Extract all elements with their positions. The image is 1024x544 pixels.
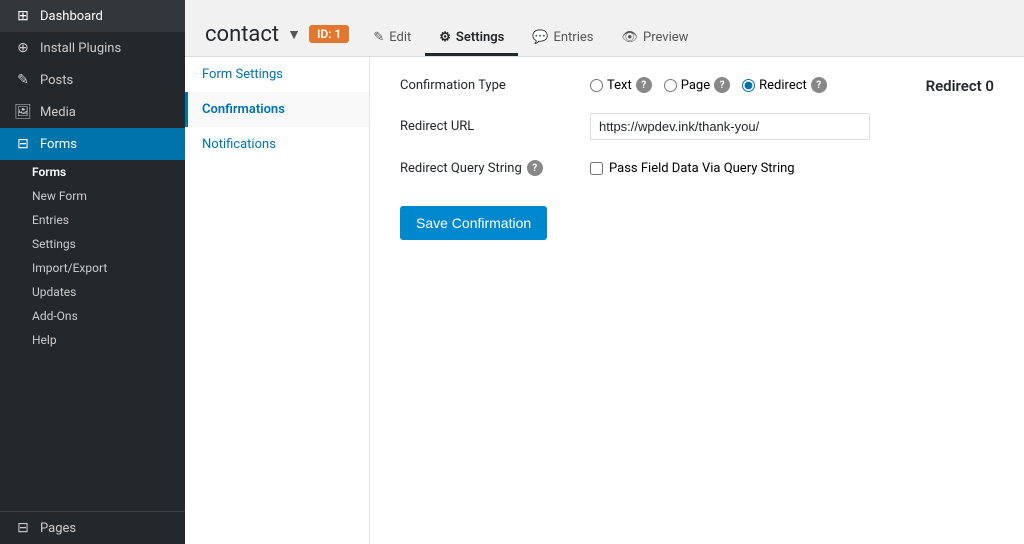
- sidebar-sub-forms[interactable]: Forms: [0, 160, 185, 184]
- sidebar-item-posts[interactable]: ✎ Posts: [0, 64, 185, 96]
- tab-settings[interactable]: ⚙ Settings: [425, 22, 518, 56]
- sidebar-item-forms[interactable]: ⊟ Forms: [0, 128, 185, 160]
- sidebar-sub-help[interactable]: Help: [0, 328, 185, 352]
- sidebar-sub-addons[interactable]: Add-Ons: [0, 304, 185, 328]
- sidebar-sub-new-form[interactable]: New Form: [0, 184, 185, 208]
- save-confirmation-button[interactable]: Save Confirmation: [400, 206, 547, 240]
- radio-redirect-input[interactable]: [742, 79, 755, 92]
- forms-icon: ⊟: [14, 136, 32, 152]
- form-id-badge: ID: 1: [309, 25, 349, 43]
- edit-icon: ✎: [373, 30, 384, 45]
- main-content: contact ▼ ID: 1 ✎ Edit ⚙ Settings 💬 Entr…: [185, 0, 1024, 544]
- pass-field-data-checkbox[interactable]: [590, 162, 603, 175]
- tabs: ✎ Edit ⚙ Settings 💬 Entries 👁 Preview: [359, 22, 702, 56]
- nav-form-settings[interactable]: Form Settings: [185, 57, 369, 92]
- sidebar-item-pages[interactable]: ⊟ Pages: [0, 512, 185, 544]
- sidebar-item-install-plugins[interactable]: ⊕ Install Plugins: [0, 32, 185, 64]
- sidebar-sub-import-export[interactable]: Import/Export: [0, 256, 185, 280]
- tab-edit[interactable]: ✎ Edit: [359, 22, 425, 56]
- sidebar-sub-updates[interactable]: Updates: [0, 280, 185, 304]
- plugins-icon: ⊕: [14, 40, 32, 56]
- page-help-icon[interactable]: ?: [714, 77, 730, 93]
- form-title: contact: [205, 22, 279, 47]
- radio-text[interactable]: Text ?: [590, 77, 652, 93]
- text-help-icon[interactable]: ?: [636, 77, 652, 93]
- query-string-help-icon[interactable]: ?: [527, 160, 543, 176]
- sidebar: ⊞ Dashboard ⊕ Install Plugins ✎ Posts 🖼 …: [0, 0, 185, 544]
- sidebar-sub-entries[interactable]: Entries: [0, 208, 185, 232]
- radio-redirect[interactable]: Redirect ?: [742, 77, 827, 93]
- settings-nav: Form Settings Confirmations Notification…: [185, 57, 370, 544]
- redirect-url-row: Redirect URL: [400, 113, 994, 140]
- radio-page-input[interactable]: [664, 79, 677, 92]
- nav-notifications[interactable]: Notifications: [185, 127, 369, 162]
- tab-preview[interactable]: 👁 Preview: [607, 22, 702, 56]
- nav-confirmations[interactable]: Confirmations: [185, 92, 369, 127]
- sidebar-sub-settings[interactable]: Settings: [0, 232, 185, 256]
- redirect-url-control: [590, 113, 994, 140]
- redirect-help-icon[interactable]: ?: [811, 77, 827, 93]
- radio-page[interactable]: Page ?: [664, 77, 730, 93]
- form-title-chevron-icon[interactable]: ▼: [287, 26, 301, 43]
- radio-text-input[interactable]: [590, 79, 603, 92]
- media-icon: 🖼: [14, 104, 32, 120]
- topbar: contact ▼ ID: 1 ✎ Edit ⚙ Settings 💬 Entr…: [185, 0, 1024, 57]
- redirect-url-input[interactable]: [590, 113, 870, 140]
- confirmation-type-label: Confirmation Type: [400, 78, 580, 93]
- save-button-container: Save Confirmation: [400, 196, 994, 240]
- settings-panel: Redirect 0 Confirmation Type Text ?: [370, 57, 1024, 544]
- entries-icon: 💬: [532, 30, 548, 45]
- radio-group-type: Text ? Page ? Redirect ?: [590, 77, 827, 93]
- pages-icon: ⊟: [14, 520, 32, 536]
- sidebar-item-dashboard[interactable]: ⊞ Dashboard: [0, 0, 185, 32]
- redirect-query-string-row: Redirect Query String ? Pass Field Data …: [400, 160, 994, 176]
- posts-icon: ✎: [14, 72, 32, 88]
- settings-tab-icon: ⚙: [439, 30, 451, 45]
- content-area: Form Settings Confirmations Notification…: [185, 57, 1024, 544]
- preview-icon: 👁: [621, 30, 638, 45]
- redirect-header: Redirect 0: [926, 77, 994, 95]
- confirmation-type-row: Confirmation Type Text ? Page: [400, 77, 994, 93]
- redirect-url-label: Redirect URL: [400, 119, 580, 134]
- redirect-query-string-control: Pass Field Data Via Query String: [590, 161, 994, 176]
- redirect-query-string-label: Redirect Query String ?: [400, 160, 580, 176]
- tab-entries[interactable]: 💬 Entries: [518, 22, 607, 56]
- dashboard-icon: ⊞: [14, 8, 32, 24]
- pass-field-data-checkbox-label[interactable]: Pass Field Data Via Query String: [590, 161, 795, 176]
- sidebar-item-media[interactable]: 🖼 Media: [0, 96, 185, 128]
